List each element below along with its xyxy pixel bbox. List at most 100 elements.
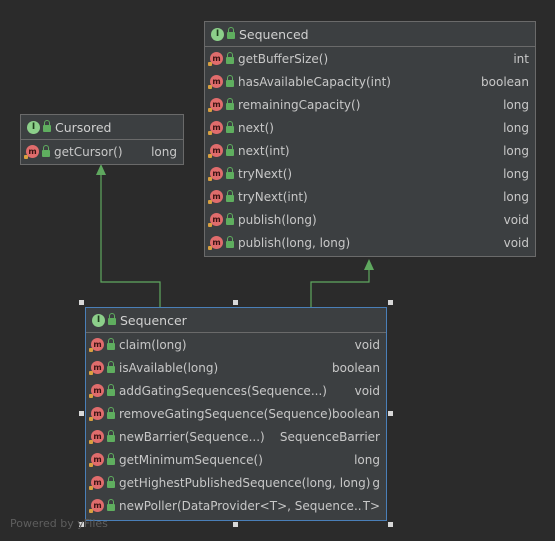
public-lock-icon xyxy=(107,498,115,511)
method-row[interactable]: m newBarrier(Sequence...) SequenceBarrier xyxy=(86,425,386,448)
public-lock-icon xyxy=(108,313,116,325)
selection-handle-bottom-middle[interactable] xyxy=(233,522,238,527)
method-row[interactable]: m publish(long) void xyxy=(205,208,535,231)
method-return-type: SequenceBarrier xyxy=(279,429,380,444)
method-row[interactable]: m removeGatingSequence(Sequence) boolean xyxy=(86,402,386,425)
public-lock-icon xyxy=(226,166,234,179)
method-name: isAvailable(long) xyxy=(119,360,219,375)
method-return-type: long xyxy=(503,120,529,135)
method-icon: m xyxy=(24,145,39,159)
method-icon: m xyxy=(208,144,223,158)
selection-handle-middle-left[interactable] xyxy=(79,411,84,416)
method-icon: m xyxy=(89,407,104,421)
method-row[interactable]: m isAvailable(long) boolean xyxy=(86,356,386,379)
cursored-title: Cursored xyxy=(55,119,112,135)
public-lock-icon xyxy=(226,120,234,133)
method-return-type: boolean xyxy=(481,74,529,89)
sequenced-header: I Sequenced xyxy=(205,22,535,47)
method-icon: m xyxy=(89,499,104,513)
method-row[interactable]: m next() long xyxy=(205,116,535,139)
selection-handle-middle-right[interactable] xyxy=(388,411,393,416)
method-return-type: long xyxy=(503,143,529,158)
method-icon: m xyxy=(89,384,104,398)
method-icon: m xyxy=(208,121,223,135)
method-return-type: void xyxy=(503,235,529,250)
interface-icon: I xyxy=(211,27,224,41)
method-row[interactable]: m next(int) long xyxy=(205,139,535,162)
sequencer-interface-box[interactable]: I Sequencer m claim(long) void m isAvailable… xyxy=(85,307,387,521)
public-lock-icon xyxy=(107,360,115,373)
cursored-interface-box[interactable]: I Cursored m getCursor() long xyxy=(20,114,184,165)
interface-icon: I xyxy=(92,313,105,327)
method-row[interactable]: m tryNext(int) long xyxy=(205,185,535,208)
cursored-methods: m getCursor() long xyxy=(21,140,183,163)
method-name: tryNext() xyxy=(238,166,293,181)
method-return-type: long xyxy=(354,452,380,467)
method-icon: m xyxy=(208,75,223,89)
method-return-type: T> xyxy=(362,498,380,513)
method-row[interactable]: m publish(long, long) void xyxy=(205,231,535,254)
method-icon: m xyxy=(208,213,223,227)
public-lock-icon xyxy=(226,51,234,64)
method-icon: m xyxy=(89,430,104,444)
public-lock-icon xyxy=(226,74,234,87)
selection-handle-top-middle[interactable] xyxy=(233,300,238,305)
sequenced-arrowhead xyxy=(364,259,374,270)
selection-handle-bottom-right[interactable] xyxy=(388,522,393,527)
method-name: newBarrier(Sequence...) xyxy=(119,429,265,444)
public-lock-icon xyxy=(107,337,115,350)
method-return-type: long xyxy=(503,97,529,112)
method-icon: m xyxy=(208,98,223,112)
sequenced-interface-box[interactable]: I Sequenced m getBufferSize() int m hasAvail… xyxy=(204,21,536,257)
sequencer-header: I Sequencer xyxy=(86,308,386,333)
public-lock-icon xyxy=(226,143,234,156)
public-lock-icon xyxy=(107,452,115,465)
public-lock-icon xyxy=(107,475,115,488)
method-name: getBufferSize() xyxy=(238,51,329,66)
method-icon: m xyxy=(208,167,223,181)
method-return-type: boolean xyxy=(332,406,380,421)
method-name: next() xyxy=(238,120,274,135)
method-row[interactable]: m newPoller(DataProvider<T>, Sequence...)… xyxy=(86,494,386,517)
sequencer-methods: m claim(long) void m isAvailable(long) boolea… xyxy=(86,333,386,517)
method-row[interactable]: m tryNext() long xyxy=(205,162,535,185)
method-return-type: void xyxy=(354,337,380,352)
interface-icon: I xyxy=(27,120,40,134)
public-lock-icon xyxy=(42,144,50,157)
public-lock-icon xyxy=(107,383,115,396)
sequenced-title: Sequenced xyxy=(239,26,309,42)
method-row[interactable]: m getCursor() long xyxy=(21,140,183,163)
method-row[interactable]: m getMinimumSequence() long xyxy=(86,448,386,471)
method-name: addGatingSequences(Sequence...) xyxy=(119,383,327,398)
sequencer-title: Sequencer xyxy=(120,312,187,328)
method-name: publish(long, long) xyxy=(238,235,351,250)
public-lock-icon xyxy=(43,120,51,132)
method-row[interactable]: m getHighestPublishedSequence(long, long)… xyxy=(86,471,386,494)
method-row[interactable]: m remainingCapacity() long xyxy=(205,93,535,116)
cursored-arrowhead xyxy=(96,164,106,175)
method-name: remainingCapacity() xyxy=(238,97,361,112)
method-icon: m xyxy=(89,453,104,467)
method-row[interactable]: m claim(long) void xyxy=(86,333,386,356)
method-name: getCursor() xyxy=(54,144,123,159)
method-name: claim(long) xyxy=(119,337,187,352)
selection-handle-top-left[interactable] xyxy=(79,300,84,305)
method-name: getMinimumSequence() xyxy=(119,452,263,467)
extends-sequenced-connector xyxy=(310,267,370,307)
public-lock-icon xyxy=(107,429,115,442)
public-lock-icon xyxy=(226,97,234,110)
method-row[interactable]: m hasAvailableCapacity(int) boolean xyxy=(205,70,535,93)
selection-handle-top-right[interactable] xyxy=(388,300,393,305)
method-name: tryNext(int) xyxy=(238,189,308,204)
method-row[interactable]: m getBufferSize() int xyxy=(205,47,535,70)
method-return-type: void xyxy=(503,212,529,227)
method-row[interactable]: m addGatingSequences(Sequence...) void xyxy=(86,379,386,402)
method-icon: m xyxy=(208,52,223,66)
method-name: newPoller(DataProvider<T>, Sequence...) xyxy=(119,498,363,513)
method-return-type: long xyxy=(503,189,529,204)
method-return-type: g xyxy=(372,475,380,490)
method-return-type: long xyxy=(503,166,529,181)
watermark: Powered by yFiles xyxy=(10,517,108,530)
method-name: next(int) xyxy=(238,143,290,158)
public-lock-icon xyxy=(107,406,115,419)
